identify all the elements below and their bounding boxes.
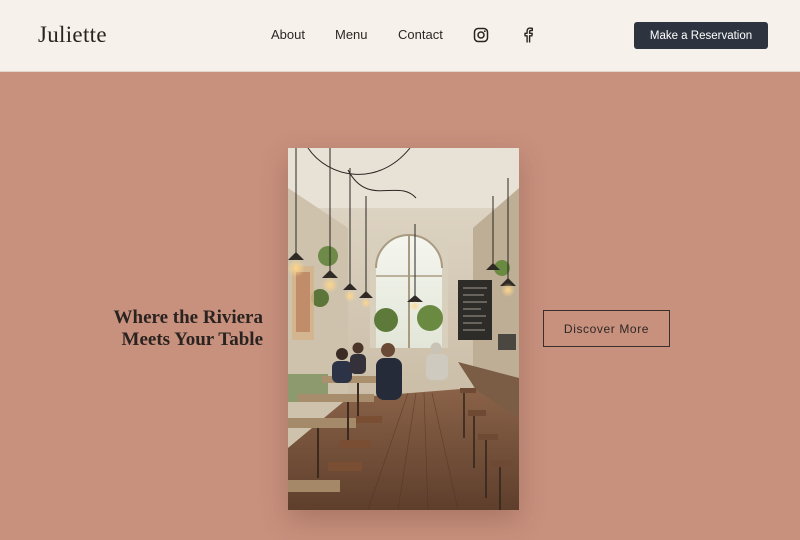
nav-about[interactable]: About bbox=[271, 27, 305, 42]
restaurant-interior-photo bbox=[288, 148, 519, 510]
nav-contact[interactable]: Contact bbox=[398, 27, 443, 42]
nav-menu[interactable]: Menu bbox=[335, 27, 368, 42]
hero-headline-line-2: Meets Your Table bbox=[121, 329, 263, 350]
facebook-icon[interactable] bbox=[519, 26, 537, 44]
discover-more-button[interactable]: Discover More bbox=[543, 310, 670, 347]
hero-headline: Where the Riviera Meets Your Table bbox=[100, 307, 264, 351]
instagram-icon[interactable] bbox=[472, 26, 490, 44]
make-reservation-button[interactable]: Make a Reservation bbox=[634, 22, 768, 49]
hero-headline-line-1: Where the Riviera bbox=[113, 307, 264, 328]
site-logo[interactable]: Juliette bbox=[38, 22, 107, 48]
site-header: Juliette About Menu Contact Make a Reser… bbox=[0, 0, 800, 72]
